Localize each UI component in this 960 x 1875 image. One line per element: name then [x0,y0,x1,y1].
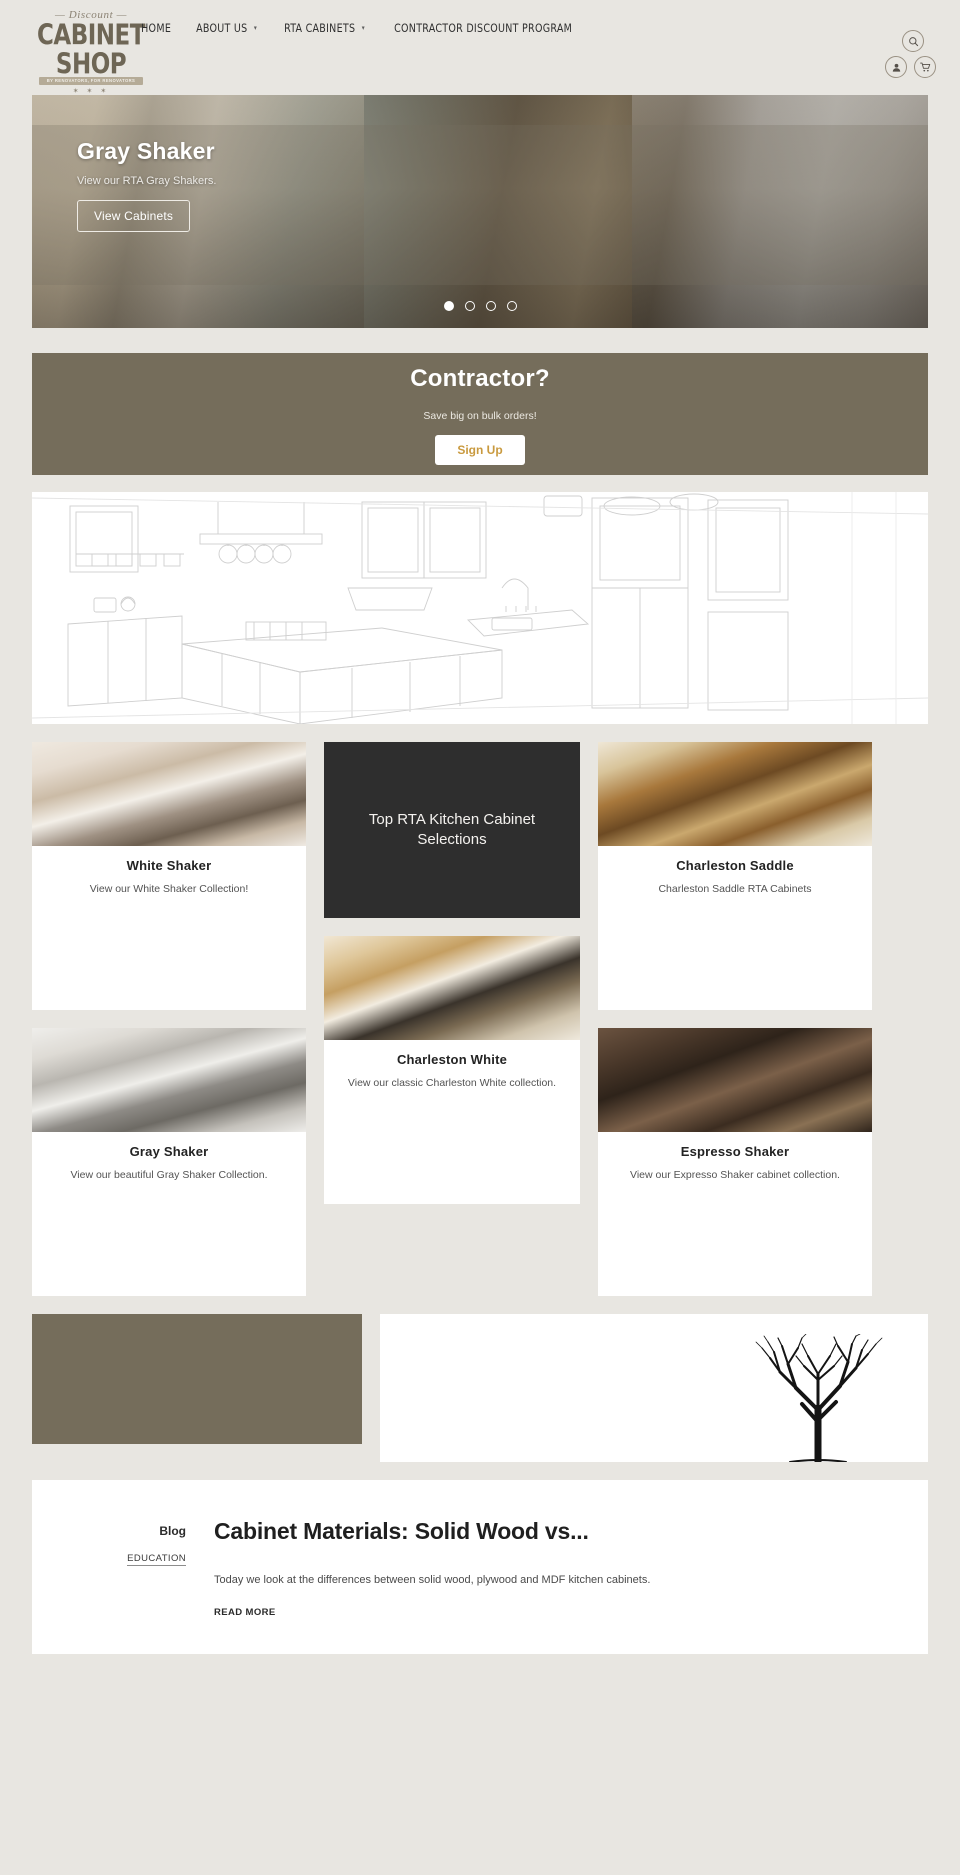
contractor-subtext: Save big on bulk orders! [423,410,537,422]
blog-category-link[interactable]: EDUCATION [127,1553,186,1566]
collection-title: Charleston White [396,1052,508,1067]
collection-description: View our beautiful Gray Shaker Collectio… [70,1168,268,1181]
hero-carousel[interactable]: Gray Shaker View our RTA Gray Shakers. V… [32,95,928,328]
collection-title: White Shaker [126,858,212,873]
collections-grid: White Shaker View our White Shaker Colle… [32,742,928,1296]
collection-card-gray-shaker[interactable]: Gray Shaker View our beautiful Gray Shak… [32,1027,306,1296]
carousel-dot-1[interactable] [443,301,454,311]
promo-block-brown[interactable] [32,1313,362,1444]
collection-title: Gray Shaker [129,1143,209,1159]
hero-subtitle: View our RTA Gray Shakers. [77,175,217,187]
nav-item-contractor-discount-program[interactable]: CONTRACTOR DISCOUNT PROGRAM [384,17,582,39]
chevron-down-icon: ▾ [253,24,257,32]
kitchen-sketch-banner [32,492,928,724]
carousel-dot-3[interactable] [485,301,496,311]
collection-photo-espresso-shaker [598,1027,872,1132]
collection-photo-charleston-saddle [598,742,872,846]
carousel-dot-4[interactable] [506,301,517,311]
collection-body: Charleston Saddle Charleston Saddle RTA … [598,846,872,898]
collection-photo-charleston-white [324,936,580,1040]
carousel-dots [32,301,928,311]
collection-photo-gray-shaker [32,1027,306,1132]
collection-card-white-shaker[interactable]: White Shaker View our White Shaker Colle… [32,742,306,1010]
collection-description: View our Expresso Shaker cabinet collect… [630,1168,840,1181]
blog-main: Cabinet Materials: Solid Wood vs... Toda… [214,1518,882,1621]
read-more-link[interactable]: READ MORE [214,1607,276,1618]
nav-label: CONTRACTOR DISCOUNT PROGRAM [393,21,572,35]
search-icon [908,36,918,46]
feature-card-title: Top RTA Kitchen Cabinet Selections [368,810,536,848]
chevron-down-icon: ▾ [361,24,365,32]
blog-section: Blog EDUCATION Cabinet Materials: Solid … [32,1479,928,1655]
card-spacer [32,1184,306,1296]
carousel-dot-2[interactable] [464,301,475,311]
hero-title: Gray Shaker [77,138,215,164]
main-navigation: HOME ABOUT US ▾ RTA CABINETS ▾ CONTRACTO… [131,17,599,39]
collections-column-middle: Top RTA Kitchen Cabinet Selections Charl… [324,742,580,1204]
contractor-heading: Contractor? [410,365,550,392]
nav-item-home[interactable]: HOME [131,17,181,39]
nav-label: ABOUT US [195,21,248,35]
collection-card-charleston-saddle[interactable]: Charleston Saddle Charleston Saddle RTA … [598,742,872,1010]
collection-card-charleston-white[interactable]: Charleston White View our classic Charle… [324,936,580,1204]
header-actions [876,30,936,85]
collection-body: Gray Shaker View our beautiful Gray Shak… [32,1132,306,1184]
collection-description: View our White Shaker Collection! [89,883,249,895]
bare-tree-icon [755,1333,883,1462]
blog-meta: Blog EDUCATION [78,1518,186,1621]
hero-copy: Gray Shaker View our RTA Gray Shakers. V… [77,138,216,232]
card-spacer [324,1092,580,1204]
card-spacer [598,1184,872,1296]
collections-column-right: Charleston Saddle Charleston Saddle RTA … [598,742,872,1296]
collection-body: Espresso Shaker View our Expresso Shaker… [598,1132,872,1184]
promo-block-tree[interactable] [380,1313,928,1462]
collection-body: White Shaker View our White Shaker Colle… [32,846,306,898]
contractor-promo-band: Contractor? Save big on bulk orders! Sig… [32,353,928,475]
account-icon [892,63,900,72]
collection-photo-white-shaker [32,742,306,846]
sign-up-button[interactable]: Sign Up [435,435,525,465]
collection-description: Charleston Saddle RTA Cabinets [658,883,812,895]
collection-title: Espresso Shaker [680,1143,790,1159]
blog-post-title[interactable]: Cabinet Materials: Solid Wood vs... [214,1518,882,1545]
card-spacer [32,898,306,1010]
cart-button[interactable] [914,56,936,78]
blog-excerpt: Today we look at the differences between… [214,1573,651,1586]
cart-icon [919,62,930,71]
nav-label: HOME [141,21,172,35]
feature-card-top-selections[interactable]: Top RTA Kitchen Cabinet Selections [324,742,580,918]
promo-row [32,1313,928,1462]
account-button[interactable] [885,56,907,78]
collection-title: Charleston Saddle [676,858,794,873]
collection-card-espresso-shaker[interactable]: Espresso Shaker View our Expresso Shaker… [598,1027,872,1296]
blog-kicker: Blog [159,1523,186,1538]
kitchen-line-drawing [32,492,928,724]
collection-description: View our classic Charleston White collec… [347,1077,557,1089]
nav-item-about-us[interactable]: ABOUT US ▾ [186,17,267,39]
card-spacer [598,898,872,1010]
search-button[interactable] [902,30,924,52]
view-cabinets-button[interactable]: View Cabinets [77,200,191,232]
nav-label: RTA CABINETS [284,21,356,35]
site-header: — Discount — CABINET SHOP BY RENOVATORS,… [0,0,960,95]
collections-column-left: White Shaker View our White Shaker Colle… [32,742,306,1296]
nav-item-rta-cabinets[interactable]: RTA CABINETS ▾ [274,17,375,39]
collection-body: Charleston White View our classic Charle… [324,1040,580,1092]
